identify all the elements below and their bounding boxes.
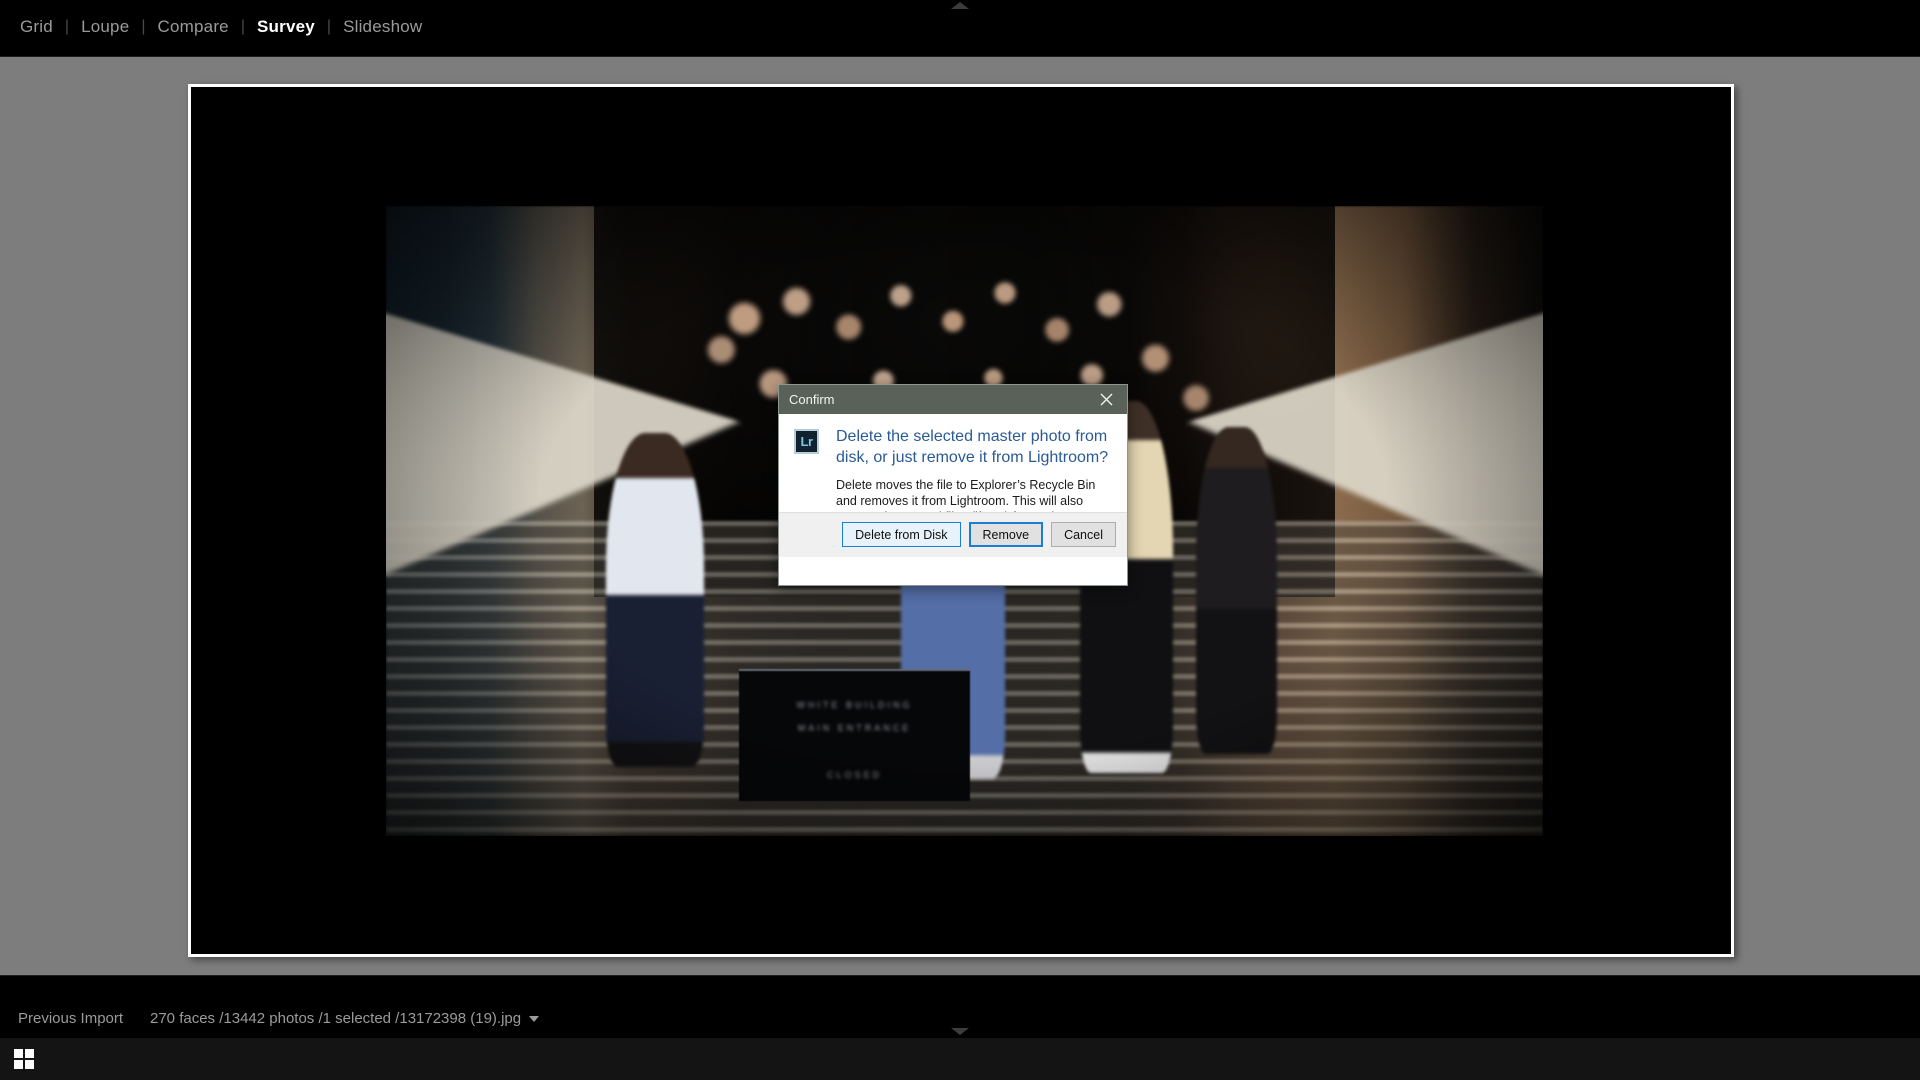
lightroom-window: Grid | Loupe | Compare | Survey | Slides…	[0, 0, 1920, 1080]
dialog-button-group: Delete from Disk Remove Cancel	[842, 522, 1116, 547]
source-label[interactable]: Previous Import	[18, 1010, 123, 1027]
dialog-body: Lr Delete the selected master photo from…	[779, 414, 1127, 557]
module-separator: |	[64, 18, 70, 35]
windows-start-icon-quadrant	[14, 1060, 23, 1069]
top-panel-collapse-arrow-icon[interactable]	[951, 2, 969, 9]
dialog-title: Confirm	[789, 392, 835, 407]
close-icon[interactable]	[1085, 385, 1127, 414]
remove-button[interactable]: Remove	[968, 522, 1044, 547]
dialog-title-bar[interactable]: Confirm	[779, 385, 1127, 414]
chevron-down-icon[interactable]	[529, 1016, 539, 1022]
photo-count-label[interactable]: 270 faces /13442 photos /1 selected /131…	[150, 1010, 521, 1027]
module-item-loupe[interactable]: Loupe	[79, 17, 131, 37]
module-separator: |	[326, 18, 332, 35]
module-separator: |	[141, 18, 146, 35]
filmstrip-collapse-arrow-icon[interactable]	[951, 1028, 969, 1035]
windows-start-icon-quadrant	[14, 1049, 23, 1058]
module-nav: Grid | Loupe | Compare | Survey | Slides…	[18, 17, 424, 37]
module-item-grid[interactable]: Grid	[18, 17, 55, 37]
windows-start-icon-quadrant	[25, 1049, 34, 1058]
confirm-dialog: Confirm Lr Delete the selected master ph…	[778, 384, 1128, 586]
windows-taskbar	[0, 1038, 1920, 1080]
cancel-button[interactable]: Cancel	[1051, 522, 1116, 547]
module-item-survey[interactable]: Survey	[255, 17, 317, 37]
lightroom-app-icon: Lr	[794, 429, 819, 454]
module-bar: Grid | Loupe | Compare | Survey | Slides…	[0, 0, 1920, 57]
dialog-footer: Delete from Disk Remove Cancel	[779, 512, 1127, 557]
windows-start-icon[interactable]	[14, 1049, 34, 1069]
module-item-slideshow[interactable]: Slideshow	[341, 17, 424, 37]
delete-from-disk-button[interactable]: Delete from Disk	[842, 522, 961, 547]
windows-start-icon-quadrant	[25, 1060, 34, 1069]
module-item-compare[interactable]: Compare	[156, 17, 231, 37]
dialog-heading: Delete the selected master photo from di…	[836, 428, 1109, 466]
module-separator: |	[240, 18, 245, 35]
